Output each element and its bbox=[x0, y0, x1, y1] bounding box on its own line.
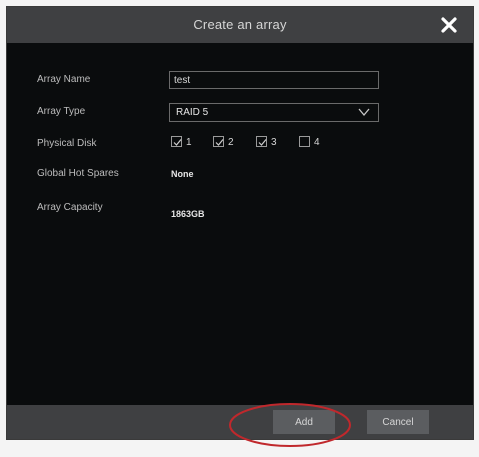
array-type-select[interactable]: RAID 5 bbox=[169, 103, 379, 122]
global-hot-spares-value: None bbox=[171, 169, 194, 179]
dialog-footer: Add Cancel bbox=[7, 405, 473, 439]
dialog-titlebar: Create an array bbox=[7, 7, 473, 43]
global-hot-spares-row: Global Hot Spares None bbox=[7, 163, 473, 185]
array-type-value: RAID 5 bbox=[176, 107, 209, 118]
array-type-label: Array Type bbox=[37, 106, 86, 117]
physical-disk-label: Physical Disk bbox=[37, 138, 97, 149]
close-button[interactable] bbox=[435, 11, 463, 39]
checkbox-box bbox=[256, 136, 267, 147]
screenshot-frame: Create an array Array Name Array Type RA… bbox=[0, 0, 479, 457]
chevron-down-icon bbox=[358, 108, 370, 117]
add-button[interactable]: Add bbox=[273, 410, 335, 434]
checkmark-icon bbox=[173, 139, 182, 146]
checkbox-box bbox=[213, 136, 224, 147]
array-capacity-value: 1863GB bbox=[171, 209, 205, 219]
array-capacity-label: Array Capacity bbox=[37, 202, 103, 213]
disk-number: 3 bbox=[271, 137, 277, 148]
global-hot-spares-label: Global Hot Spares bbox=[37, 168, 119, 179]
array-capacity-row: Array Capacity 1863GB bbox=[7, 197, 473, 219]
disk-number: 2 bbox=[228, 137, 234, 148]
checkmark-icon bbox=[215, 139, 224, 146]
array-name-row: Array Name bbox=[7, 69, 473, 91]
array-name-label: Array Name bbox=[37, 74, 91, 85]
physical-disk-row: Physical Disk 1 2 3 4 bbox=[7, 133, 473, 155]
disk-number: 1 bbox=[186, 137, 192, 148]
checkbox-box bbox=[299, 136, 310, 147]
disk-number: 4 bbox=[314, 137, 320, 148]
array-name-input[interactable] bbox=[169, 71, 379, 89]
dialog-title: Create an array bbox=[193, 17, 287, 32]
checkmark-icon bbox=[258, 139, 267, 146]
checkbox-box bbox=[171, 136, 182, 147]
array-type-row: Array Type RAID 5 bbox=[7, 101, 473, 123]
create-array-dialog: Create an array Array Name Array Type RA… bbox=[6, 6, 474, 440]
close-icon bbox=[441, 17, 457, 33]
cancel-button[interactable]: Cancel bbox=[367, 410, 429, 434]
